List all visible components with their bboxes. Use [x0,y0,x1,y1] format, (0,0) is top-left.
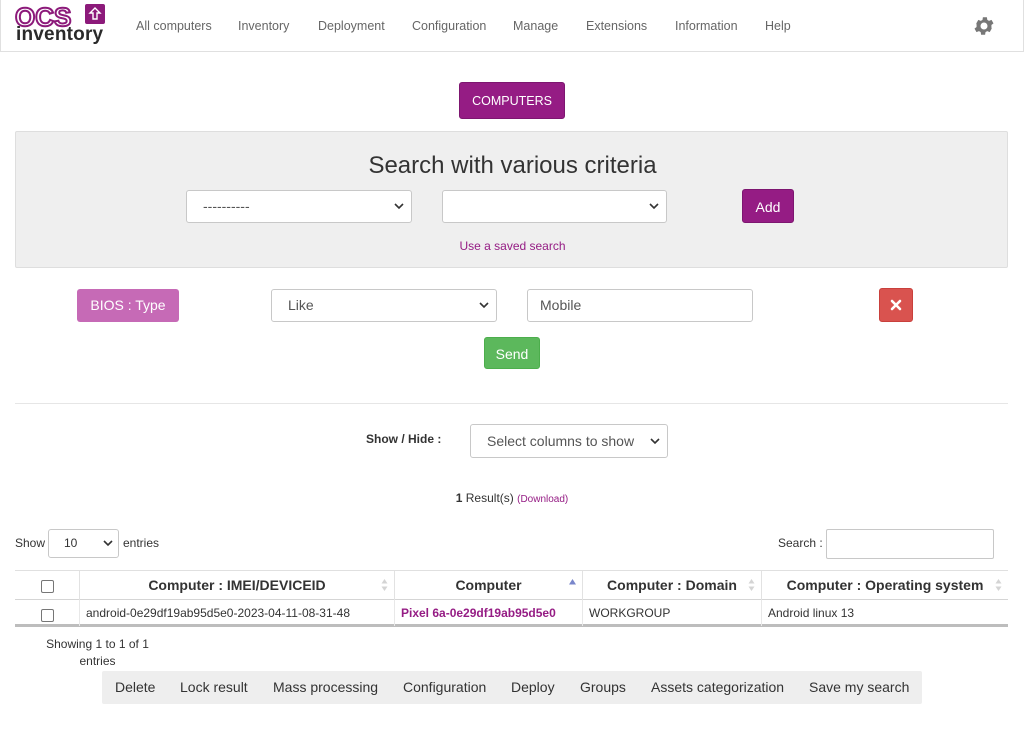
select-all-header [15,571,80,601]
nav-configuration[interactable]: Configuration [412,18,486,34]
criterion-field-label: BIOS : Type [77,289,179,322]
groups-button[interactable]: Groups [580,671,626,704]
saved-search-link: Use a saved search [16,239,1009,253]
results-summary: 1 Result(s) (Download) [0,491,1024,505]
page-length-select[interactable]: 10 [48,529,119,558]
header-operating-system[interactable]: Computer : Operating system [762,571,1008,601]
columns-select[interactable]: Select columns to show [470,424,668,458]
header-domain-label: Computer : Domain [607,577,737,593]
cell-deviceid: android-0e29df19ab95d5e0-2023-04-11-08-3… [80,600,395,626]
header-imei-label: Computer : IMEI/DEVICEID [148,577,326,593]
criterion-value-text: Mobile [540,297,582,313]
chevron-down-icon [103,530,113,557]
cell-computer: Pixel 6a-0e29df19ab95d5e0 [395,600,583,626]
lock-result-button[interactable]: Lock result [180,671,248,704]
entries-label: entries [123,536,160,550]
chevron-down-icon [648,191,660,222]
results-count: 1 [455,491,463,505]
table-info: Showing 1 to 1 of 1 entries [46,637,149,668]
sort-icon [381,579,388,591]
chevron-down-icon [649,425,661,457]
criterion-operator-value: Like [288,297,314,313]
table-search-label: Search : [778,536,823,550]
page-length-value: 10 [64,536,78,550]
header-computer-label: Computer [455,577,522,593]
sort-icon [995,579,1002,591]
results-table: Computer : IMEI/DEVICEID Computer Comput… [15,570,1008,627]
columns-select-value: Select columns to show [487,433,635,449]
sort-ascending-icon [569,579,576,585]
select-all-checkbox[interactable] [41,580,54,593]
logo-inventory-text: inventory [16,24,104,45]
close-icon [890,299,902,311]
remove-criterion-button[interactable] [879,288,913,322]
header-computer[interactable]: Computer [395,571,583,601]
computer-link[interactable]: Pixel 6a-0e29df19ab95d5e0 [401,606,556,620]
send-button[interactable]: Send [484,337,540,369]
computers-button[interactable]: COMPUTERS [459,82,565,119]
table-search-input[interactable] [826,529,994,559]
table-row: android-0e29df19ab95d5e0-2023-04-11-08-3… [15,600,1008,627]
results-label: Result(s) [465,491,514,505]
configuration-button[interactable]: Configuration [403,671,486,704]
criteria-operator-select[interactable] [442,190,667,223]
download-link[interactable]: (Download) [517,494,568,505]
cell-domain: WORKGROUP [583,600,762,626]
header-imei-deviceid[interactable]: Computer : IMEI/DEVICEID [80,571,395,601]
cell-operating-system: Android linux 13 [768,606,855,620]
top-navbar: OCS inventory All computers Inventory De… [0,0,1024,52]
deploy-button[interactable]: Deploy [511,671,555,704]
nav-manage[interactable]: Manage [513,18,558,34]
chevron-down-icon [478,290,490,321]
save-my-search-button[interactable]: Save my search [809,671,909,704]
criterion-value-input[interactable]: Mobile [527,289,753,322]
criterion-operator-select[interactable]: Like [271,289,497,322]
delete-button[interactable]: Delete [115,671,155,704]
search-title: Search with various criteria [368,152,657,179]
criteria-field-select[interactable]: ---------- [186,190,412,223]
action-bar: Delete Lock result Mass processing Confi… [102,671,922,704]
chevron-down-icon [393,191,405,222]
show-label: Show [15,536,46,550]
header-os-label: Computer : Operating system [786,577,984,593]
row-checkbox[interactable] [41,609,54,622]
row-select-cell [15,600,80,626]
nav-information[interactable]: Information [675,18,738,34]
search-criteria-panel: Search with various criteria ---------- … [15,131,1008,268]
header-domain[interactable]: Computer : Domain [583,571,762,601]
logo-arrow-icon [85,4,105,24]
criteria-field-value: ---------- [203,198,250,214]
gear-icon[interactable] [972,14,996,38]
nav-extensions[interactable]: Extensions [586,18,647,34]
saved-search-link-text[interactable]: Use a saved search [459,239,565,253]
divider [15,403,1008,404]
nav-deployment[interactable]: Deployment [318,18,385,34]
sort-icon [748,579,755,591]
nav-help[interactable]: Help [765,18,791,34]
show-hide-label: Show / Hide : [366,432,442,446]
add-criteria-button[interactable]: Add [742,189,794,223]
mass-processing-button[interactable]: Mass processing [273,671,378,704]
ocs-inventory-logo[interactable]: OCS inventory [14,3,107,46]
assets-categorization-button[interactable]: Assets categorization [651,671,784,704]
table-header-row: Computer : IMEI/DEVICEID Computer Comput… [15,570,1008,601]
nav-all-computers[interactable]: All computers [136,18,212,34]
nav-inventory[interactable]: Inventory [238,18,289,34]
